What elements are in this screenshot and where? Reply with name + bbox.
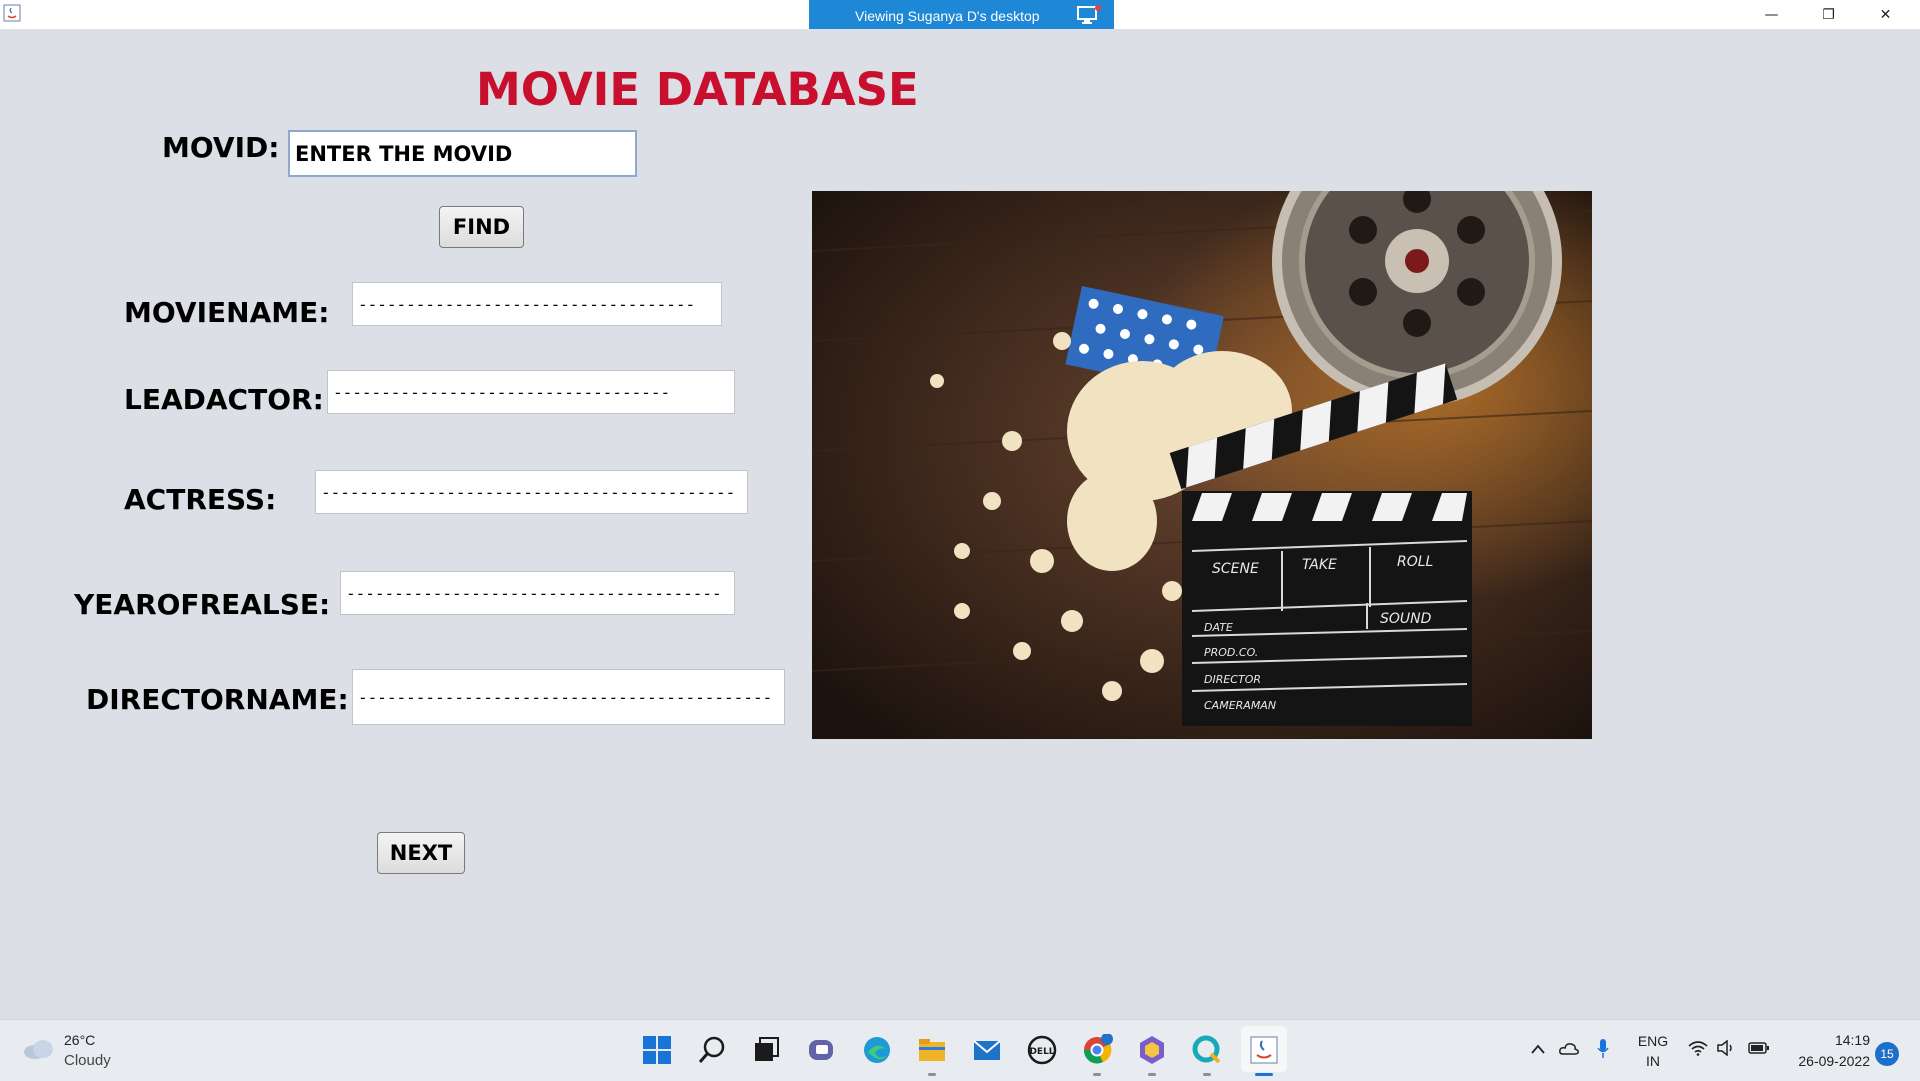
page-title: MOVIE DATABASE xyxy=(476,63,919,116)
slate-label: PROD.CO. xyxy=(1204,646,1258,659)
running-indicator xyxy=(1093,1073,1101,1076)
running-indicator xyxy=(1148,1073,1156,1076)
find-button[interactable]: FIND xyxy=(439,206,524,248)
close-button[interactable]: ✕ xyxy=(1857,0,1914,29)
monitor-icon[interactable] xyxy=(1076,4,1102,26)
java-app-icon[interactable] xyxy=(1248,1034,1280,1066)
app-window: MOVIE DATABASE MOVID: ENTER THE MOVID FI… xyxy=(0,29,1920,1019)
dell-icon[interactable]: DELL xyxy=(1026,1034,1058,1066)
actress-label: ACTRESS: xyxy=(124,483,277,516)
leadactor-field[interactable]: ----------------------------------- xyxy=(327,370,735,414)
running-indicator xyxy=(1203,1073,1211,1076)
cloud-icon[interactable] xyxy=(22,1037,56,1061)
notification-badge[interactable]: 15 xyxy=(1875,1042,1899,1066)
directorname-label: DIRECTORNAME: xyxy=(86,683,349,716)
leadactor-label: LEADACTOR: xyxy=(124,383,324,416)
movid-input[interactable]: ENTER THE MOVID xyxy=(288,130,637,177)
clock-date[interactable]: 26-09-2022 xyxy=(1780,1053,1870,1069)
yearofrealse-label: YEAROFREALSE: xyxy=(74,588,331,621)
taskbar: 26°C Cloudy DELL ENG IN 14:19 26-09-2022… xyxy=(0,1019,1920,1081)
clock-time[interactable]: 14:19 xyxy=(1780,1032,1870,1048)
slate-label: TAKE xyxy=(1302,557,1337,573)
task-view-icon[interactable] xyxy=(751,1034,783,1066)
running-indicator xyxy=(928,1073,936,1076)
chrome-icon[interactable] xyxy=(1081,1034,1113,1066)
app-hexagon-icon[interactable] xyxy=(1136,1034,1168,1066)
svg-text:DELL: DELL xyxy=(1029,1047,1054,1057)
search-icon[interactable] xyxy=(696,1034,728,1066)
movid-label: MOVID: xyxy=(162,131,280,164)
minimize-button[interactable]: — xyxy=(1743,0,1800,29)
actress-field[interactable]: ----------------------------------------… xyxy=(315,470,748,514)
slate-label: CAMERAMAN xyxy=(1204,699,1276,712)
slate-label: DATE xyxy=(1204,621,1233,634)
onedrive-cloud-icon[interactable] xyxy=(1558,1040,1580,1056)
moviename-label: MOVIENAME: xyxy=(124,296,330,329)
slate-label: SCENE xyxy=(1212,561,1259,577)
volume-icon[interactable] xyxy=(1716,1040,1736,1056)
windows-start-icon[interactable] xyxy=(641,1034,673,1066)
next-button[interactable]: NEXT xyxy=(377,832,465,874)
mail-icon[interactable] xyxy=(971,1034,1003,1066)
moviename-field[interactable]: ----------------------------------- xyxy=(352,282,722,326)
slate-label: DIRECTOR xyxy=(1204,673,1261,686)
teams-chat-icon[interactable] xyxy=(806,1034,838,1066)
movie-poster-image: SCENE TAKE ROLL SOUND DATE PROD.CO. DIRE… xyxy=(812,191,1592,739)
directorname-field[interactable]: ----------------------------------------… xyxy=(352,669,785,725)
battery-icon[interactable] xyxy=(1748,1042,1770,1054)
slate-label: SOUND xyxy=(1380,611,1432,627)
edge-icon[interactable] xyxy=(861,1034,893,1066)
active-indicator xyxy=(1255,1073,1273,1076)
remote-viewing-text: Viewing Suganya D's desktop xyxy=(855,8,1040,24)
microphone-icon[interactable] xyxy=(1596,1038,1610,1060)
file-explorer-icon[interactable] xyxy=(916,1034,948,1066)
browser-q-icon[interactable] xyxy=(1191,1034,1223,1066)
weather-temperature[interactable]: 26°C xyxy=(64,1032,95,1048)
language-indicator[interactable]: ENG xyxy=(1634,1033,1672,1049)
chevron-up-icon[interactable] xyxy=(1530,1042,1546,1056)
wifi-icon[interactable] xyxy=(1688,1040,1708,1056)
language-region[interactable]: IN xyxy=(1634,1053,1672,1069)
yearofrealse-field[interactable]: --------------------------------------- xyxy=(340,571,735,615)
java-app-icon xyxy=(3,4,21,22)
slate-label: ROLL xyxy=(1397,554,1433,570)
weather-description[interactable]: Cloudy xyxy=(64,1052,111,1069)
restore-button[interactable]: ❐ xyxy=(1800,0,1857,29)
